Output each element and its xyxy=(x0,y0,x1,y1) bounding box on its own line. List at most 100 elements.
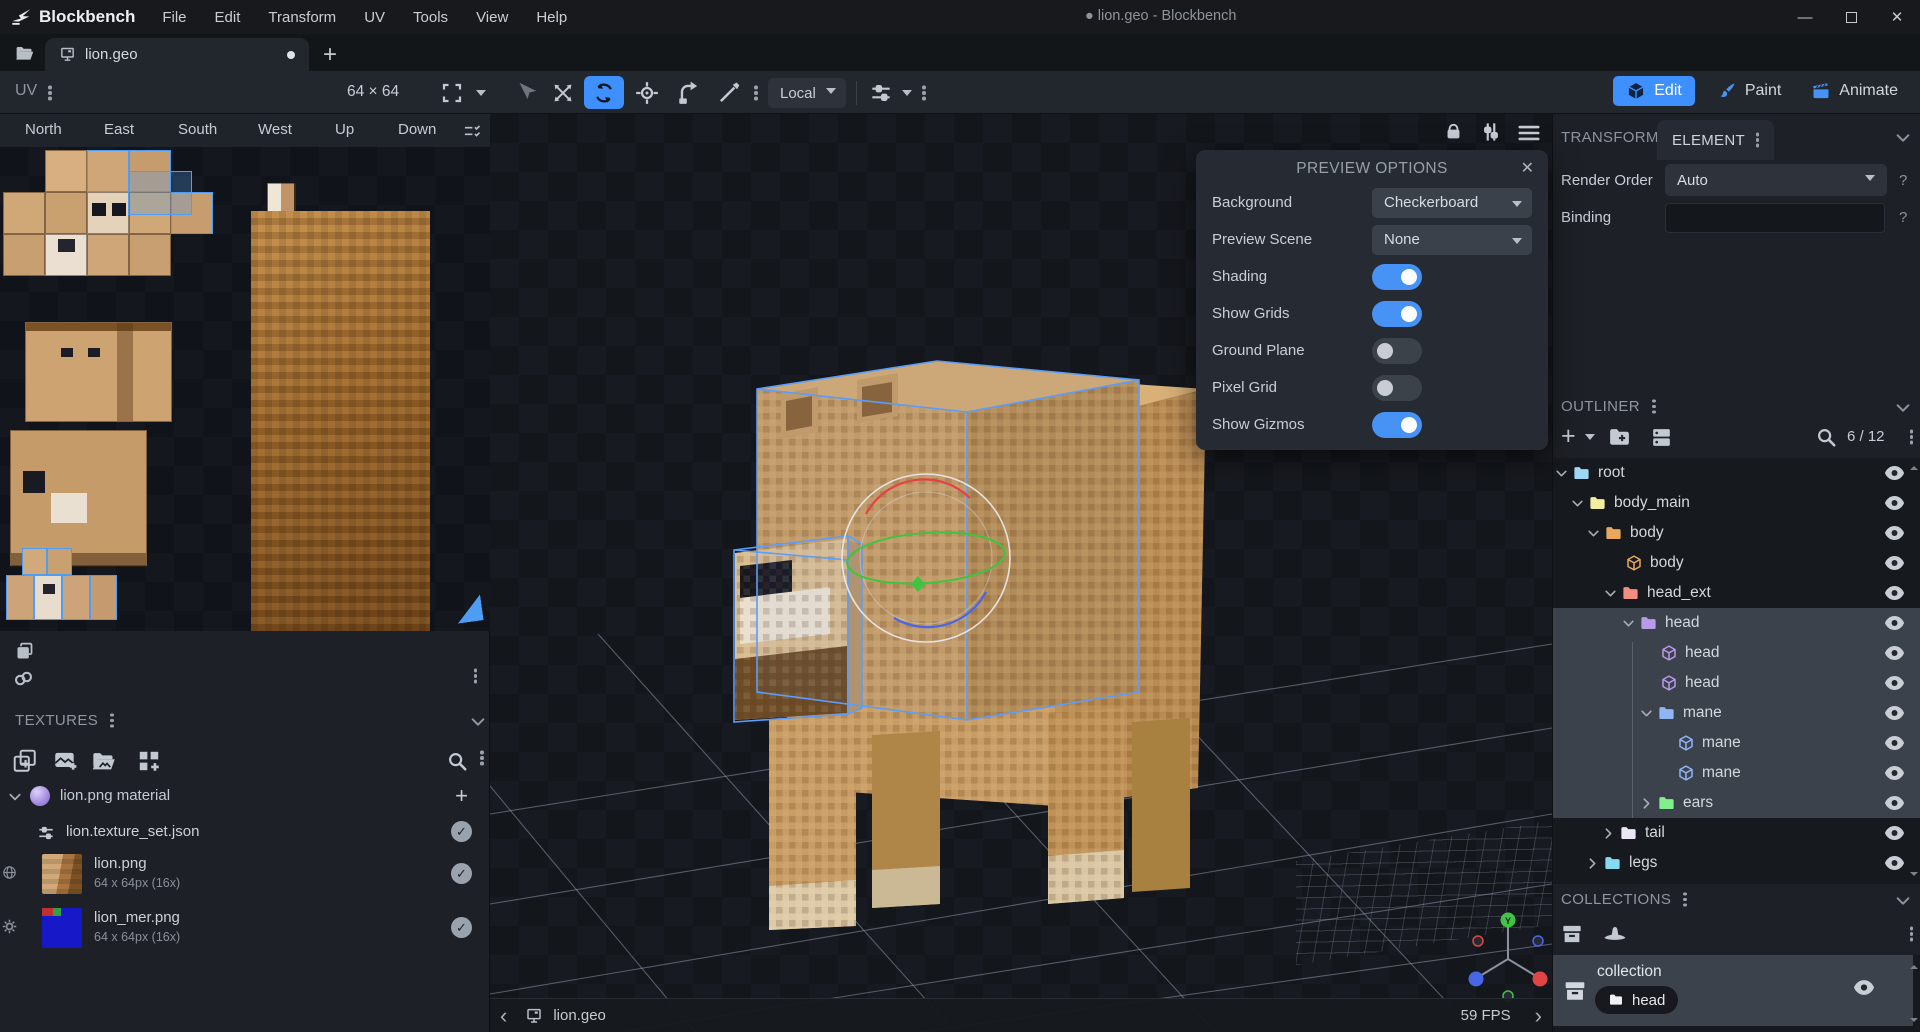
eye-icon[interactable] xyxy=(1884,615,1905,631)
preview-scene-select[interactable]: None xyxy=(1372,225,1532,255)
eye-icon[interactable] xyxy=(1853,979,1875,996)
tab-element[interactable]: ELEMENT xyxy=(1657,120,1774,160)
transform-space-select[interactable]: Local xyxy=(768,78,846,108)
close-button[interactable]: ✕ xyxy=(1874,0,1920,34)
menu-uv[interactable]: UV xyxy=(353,4,396,31)
eye-icon[interactable] xyxy=(1884,495,1905,511)
chevron-down-icon[interactable] xyxy=(1622,617,1635,630)
outliner-row-body-main[interactable]: body_main xyxy=(1553,488,1920,518)
textures-collapse-icon[interactable] xyxy=(470,714,486,730)
toggle-view-icon[interactable] xyxy=(1649,425,1674,450)
menu-tools[interactable]: Tools xyxy=(402,4,459,31)
rotate-tool-button[interactable] xyxy=(584,76,624,109)
minimize-button[interactable]: — xyxy=(1782,0,1828,34)
scroll-down-icon[interactable] xyxy=(1910,872,1918,880)
uv-panel-menu-icon[interactable] xyxy=(48,91,52,95)
uv-tab-west[interactable]: West xyxy=(258,121,292,138)
eye-icon[interactable] xyxy=(1884,825,1905,841)
uv-editor-canvas[interactable] xyxy=(0,147,490,631)
uv-tab-south[interactable]: South xyxy=(178,121,217,138)
ground-plane-toggle[interactable] xyxy=(1372,338,1422,364)
outliner-row-head-cube[interactable]: head xyxy=(1553,638,1920,668)
tab-transform[interactable]: TRANSFORM xyxy=(1561,129,1659,146)
menu-edit[interactable]: Edit xyxy=(204,4,252,31)
uv-frame-icon[interactable] xyxy=(440,81,464,105)
collection-tag-head[interactable]: head xyxy=(1595,986,1678,1014)
shading-toggle[interactable] xyxy=(1372,264,1422,290)
uv-resize-handle[interactable] xyxy=(454,594,483,623)
outliner-row-root[interactable]: root xyxy=(1553,458,1920,488)
chevron-down-icon[interactable] xyxy=(1555,467,1568,480)
move-tool-icon[interactable] xyxy=(550,80,576,106)
create-texture-icon[interactable] xyxy=(52,748,78,774)
knife-tool-icon[interactable] xyxy=(716,80,742,106)
add-group-icon[interactable] xyxy=(1607,425,1632,450)
chevron-right-icon[interactable] xyxy=(1586,857,1599,870)
eye-icon[interactable] xyxy=(1884,675,1905,691)
texture-row-set[interactable]: lion.texture_set.json ✓ xyxy=(0,818,490,848)
scroll-up-icon[interactable] xyxy=(1910,961,1918,969)
new-tab-button[interactable]: + xyxy=(323,42,337,68)
outliner-row-body-cube[interactable]: body xyxy=(1553,548,1920,578)
outliner-row-head-ext[interactable]: head_ext xyxy=(1553,578,1920,608)
outliner-row-mane-cube[interactable]: mane xyxy=(1553,758,1920,788)
binding-input[interactable] xyxy=(1665,203,1885,233)
maximize-button[interactable] xyxy=(1828,0,1874,34)
show-grids-toggle[interactable] xyxy=(1372,301,1422,327)
unsaved-dot[interactable] xyxy=(287,51,295,59)
scroll-down-icon[interactable] xyxy=(1910,1018,1918,1026)
texture-folder-icon[interactable] xyxy=(90,748,117,775)
uv-tab-up[interactable]: Up xyxy=(335,121,354,138)
outliner-row-mane-group[interactable]: mane xyxy=(1553,698,1920,728)
texture-enabled-check-icon[interactable]: ✓ xyxy=(451,917,472,938)
menu-transform[interactable]: Transform xyxy=(257,4,347,31)
toolbar-menu-icon-2[interactable] xyxy=(922,91,926,95)
show-gizmos-toggle[interactable] xyxy=(1372,412,1422,438)
prev-view-icon[interactable]: ‹ xyxy=(500,1006,507,1026)
eye-icon[interactable] xyxy=(1884,555,1905,571)
eye-icon[interactable] xyxy=(1884,705,1905,721)
open-project-folder-icon[interactable] xyxy=(14,43,35,64)
chevron-down-icon[interactable] xyxy=(1571,497,1584,510)
outliner-row-head-group[interactable]: head xyxy=(1553,608,1920,638)
close-icon[interactable]: ✕ xyxy=(1521,158,1534,178)
outliner-row-ears[interactable]: ears xyxy=(1553,788,1920,818)
mode-tab-edit[interactable]: Edit xyxy=(1613,76,1695,106)
toolbar-menu-icon[interactable] xyxy=(754,91,758,95)
collections-toolbar-menu-icon[interactable] xyxy=(1910,932,1914,936)
eye-icon[interactable] xyxy=(1884,765,1905,781)
mirror-tune-icon[interactable] xyxy=(868,80,894,106)
eye-icon[interactable] xyxy=(1884,795,1905,811)
hat-icon[interactable] xyxy=(1601,920,1629,948)
eye-icon[interactable] xyxy=(1884,855,1905,871)
texture-enabled-check-icon[interactable]: ✓ xyxy=(451,863,472,884)
eye-icon[interactable] xyxy=(1884,465,1905,481)
pivot-tool-icon[interactable] xyxy=(634,80,660,106)
globe-icon[interactable] xyxy=(1,864,18,881)
background-select[interactable]: Checkerboard xyxy=(1372,188,1532,218)
textures-menu-icon[interactable] xyxy=(110,719,114,723)
uv-checklist-icon[interactable] xyxy=(462,121,482,141)
uv-tab-north[interactable]: North xyxy=(25,121,62,138)
uv-selection-rect[interactable] xyxy=(128,171,192,215)
collection-row[interactable]: collection head xyxy=(1553,955,1913,1026)
uv-bottom-menu-icon[interactable] xyxy=(474,674,478,678)
mode-tab-paint[interactable]: Paint xyxy=(1709,76,1789,106)
texture-grid-add-icon[interactable] xyxy=(136,748,162,774)
outliner-row-mane-cube[interactable]: mane xyxy=(1553,728,1920,758)
rotate-90-tool-icon[interactable] xyxy=(676,80,702,106)
chevron-down-icon[interactable] xyxy=(1604,587,1617,600)
new-collection-archive-icon[interactable] xyxy=(1559,921,1585,947)
add-element-caret-icon[interactable] xyxy=(1585,434,1595,445)
texture-enabled-check-icon[interactable]: ✓ xyxy=(451,821,472,842)
uv-tab-down[interactable]: Down xyxy=(398,121,436,138)
outliner-collapse-icon[interactable] xyxy=(1895,400,1911,416)
texture-row-mer[interactable]: lion_mer.png 64 x 64px (16x) ✓ xyxy=(0,906,490,952)
eye-icon[interactable] xyxy=(1884,525,1905,541)
select-tool-icon[interactable] xyxy=(514,80,540,106)
chevron-down-icon[interactable] xyxy=(1587,527,1600,540)
mode-tab-animate[interactable]: Animate xyxy=(1803,76,1906,106)
chevron-right-icon[interactable] xyxy=(1640,797,1653,810)
copy-icon[interactable] xyxy=(14,641,35,662)
pixel-grid-toggle[interactable] xyxy=(1372,375,1422,401)
